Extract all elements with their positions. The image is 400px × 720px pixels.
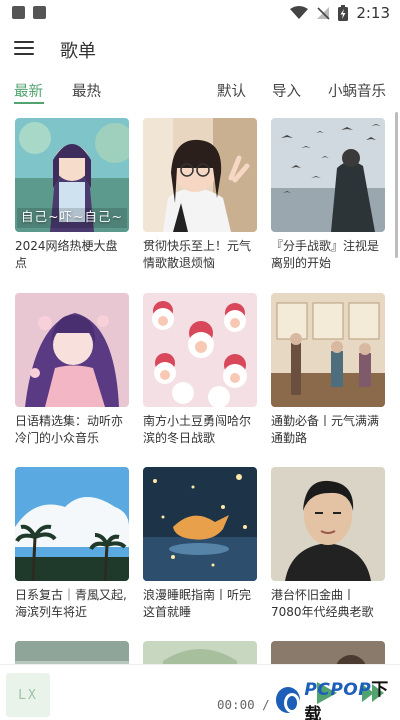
watermark-text: PCPOP下载 xyxy=(304,680,389,720)
playlist-title: 2024网络热梗大盘点 xyxy=(15,239,118,270)
pcpop-logo-icon xyxy=(276,687,301,713)
playlist-cover xyxy=(143,118,257,232)
playlist-title: 南方小土豆勇闯哈尔滨的冬日战歌 xyxy=(143,414,252,445)
no-signal-icon xyxy=(317,7,330,20)
playlist-cover: 自己~吓~自己~ xyxy=(15,118,129,232)
source-select-button[interactable]: 小蜗音乐 xyxy=(328,80,386,101)
playlist-card[interactable]: 通勤必备丨元气满满通勤路 xyxy=(271,293,385,447)
playlist-title: 通勤必备丨元气满满通勤路 xyxy=(271,414,380,445)
import-button[interactable]: 导入 xyxy=(272,80,301,101)
playlist-title: 港台怀旧金曲丨7080年代经典老歌 xyxy=(271,588,374,619)
tab-latest[interactable]: 最新 xyxy=(14,80,43,101)
tab-bar: 最新 最热 默认 导入 小蜗音乐 xyxy=(0,72,400,108)
image-notification-icon xyxy=(12,6,25,19)
playlist-card[interactable]: 日语精选集：动听亦冷门的小众音乐 xyxy=(15,293,129,447)
playlist-cover xyxy=(143,293,257,407)
playlist-card[interactable]: 自己~吓~自己~ 2024网络热梗大盘点 xyxy=(15,118,129,272)
playlist-cover xyxy=(271,118,385,232)
page-title: 歌单 xyxy=(60,41,96,62)
playlist-cover xyxy=(15,467,129,581)
playlist-title: 日语精选集：动听亦冷门的小众音乐 xyxy=(15,414,124,445)
playlist-cover xyxy=(271,467,385,581)
playlist-card[interactable]: 『分手战歌』注视是离别的开始 xyxy=(271,118,385,272)
tab-hot[interactable]: 最热 xyxy=(72,80,101,101)
playlist-cover xyxy=(271,293,385,407)
menu-icon[interactable] xyxy=(14,39,36,59)
player-artwork[interactable]: LX xyxy=(6,673,50,717)
playlist-card[interactable]: 贯彻快乐至上！元气情歌散退烦恼 xyxy=(143,118,257,272)
playlist-card[interactable]: 日系复古｜青風又起,海滨列车将近 xyxy=(15,467,129,621)
system-status: 2:13 xyxy=(290,4,390,22)
playlist-card[interactable]: 南方小土豆勇闯哈尔滨的冬日战歌 xyxy=(143,293,257,447)
watermark-logo: PCPOP下载 xyxy=(276,680,400,720)
active-tab-indicator xyxy=(14,102,44,104)
playlist-cover xyxy=(15,293,129,407)
sort-default-button[interactable]: 默认 xyxy=(217,80,246,101)
playlist-title: 贯彻快乐至上！元气情歌散退烦恼 xyxy=(143,239,252,270)
wifi-icon xyxy=(290,6,309,19)
clock: 2:13 xyxy=(356,4,390,22)
playlist-card[interactable]: 港台怀旧金曲丨7080年代经典老歌 xyxy=(271,467,385,621)
playlist-title: 日系复古｜青風又起,海滨列车将近 xyxy=(15,588,127,619)
cover-caption: 自己~吓~自己~ xyxy=(21,209,123,224)
playlist-title: 『分手战歌』注视是离别的开始 xyxy=(271,239,380,270)
notification-icons xyxy=(12,6,46,19)
status-bar: 2:13 xyxy=(0,0,400,28)
playlist-cover xyxy=(143,467,257,581)
app-bar: 歌单 xyxy=(0,28,400,72)
playlist-title: 浪漫睡眠指南丨听完这首就睡 xyxy=(143,588,252,619)
app-notification-icon xyxy=(33,6,46,19)
battery-charging-icon xyxy=(338,5,349,21)
scrollbar[interactable] xyxy=(395,112,398,258)
playlist-card[interactable]: 浪漫睡眠指南丨听完这首就睡 xyxy=(143,467,257,621)
